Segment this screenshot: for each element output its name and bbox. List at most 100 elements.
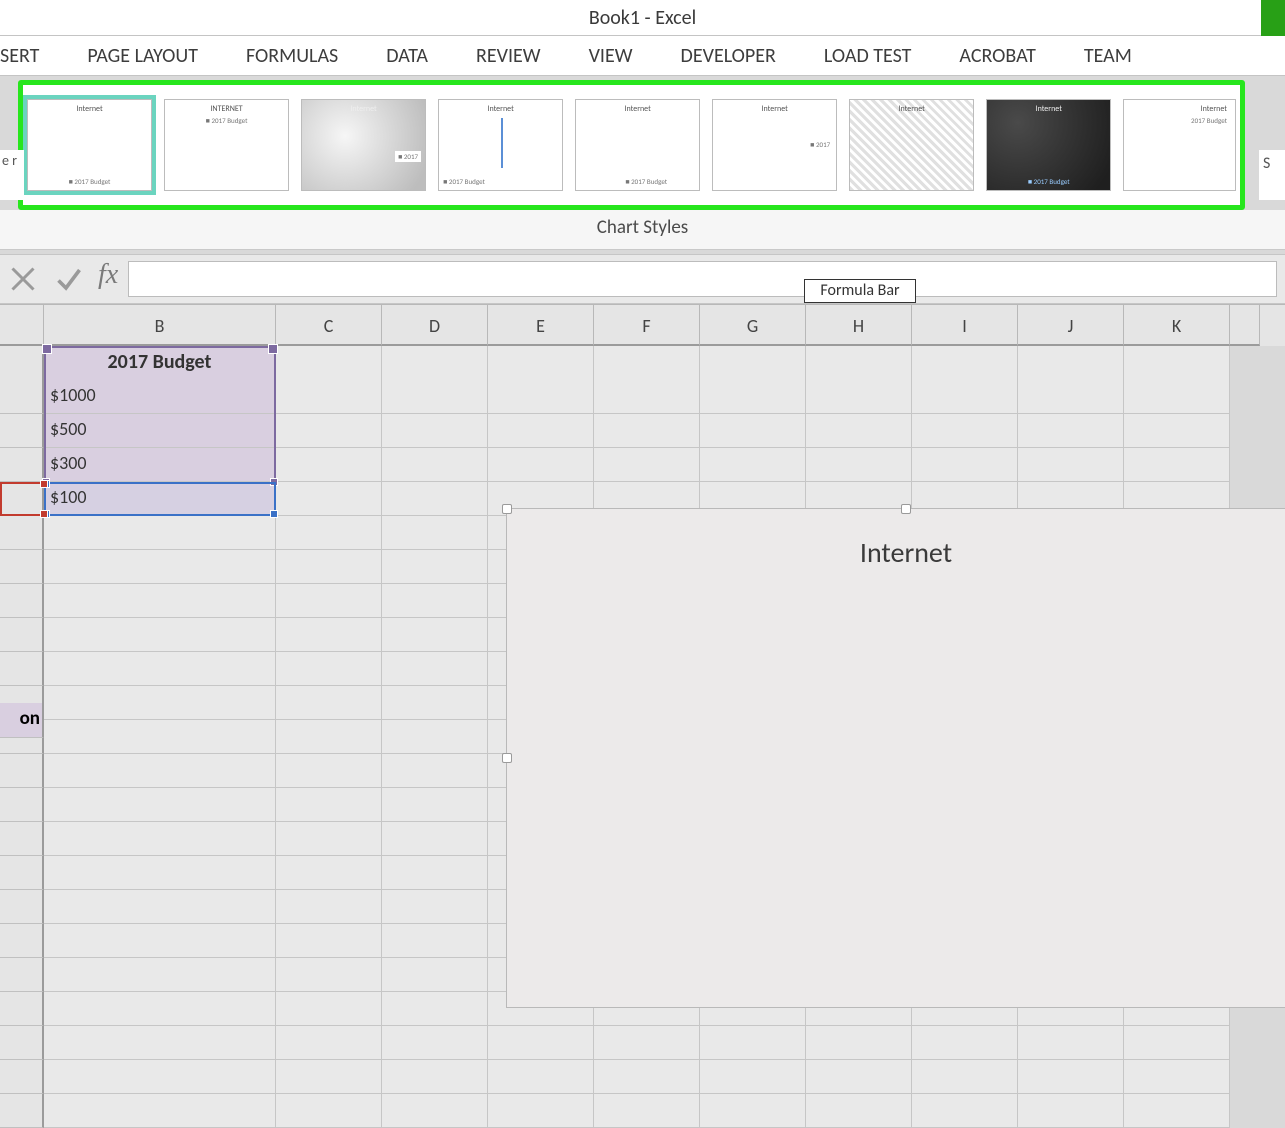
col-header-g[interactable]: G [700, 305, 806, 346]
cell-k3[interactable] [1124, 414, 1230, 448]
cell-b22[interactable] [44, 1060, 276, 1094]
cell-h4[interactable] [806, 448, 912, 482]
col-header-c[interactable]: C [276, 305, 382, 346]
cell-c18[interactable] [276, 924, 382, 958]
col-header-l-partial[interactable] [1230, 305, 1260, 346]
cell-c11[interactable] [276, 686, 382, 720]
cell-e23[interactable] [488, 1094, 594, 1128]
resize-handle[interactable] [901, 504, 911, 514]
tab-developer[interactable]: DEVELOPER [681, 44, 776, 68]
cell-d14[interactable] [382, 788, 488, 822]
row-header-5[interactable] [0, 482, 44, 516]
select-all-corner[interactable] [0, 305, 44, 346]
cell-d4[interactable] [382, 448, 488, 482]
row-header-15[interactable] [0, 822, 44, 856]
chart-style-8[interactable]: Internet ■ 2017 Budget [986, 99, 1111, 191]
cell-c8[interactable] [276, 584, 382, 618]
cell-d17[interactable] [382, 890, 488, 924]
cell-b17[interactable] [44, 890, 276, 924]
cell-b13[interactable] [44, 754, 276, 788]
cell-j3[interactable] [1018, 414, 1124, 448]
tab-insert[interactable]: SERT [0, 44, 39, 68]
chart-style-9[interactable]: Internet 2017 Budget [1123, 99, 1236, 191]
cell-e21[interactable] [488, 1026, 594, 1060]
cell-e4[interactable] [488, 448, 594, 482]
cell-e1[interactable] [488, 346, 594, 382]
chart-style-2[interactable]: INTERNET ■ 2017 Budget [164, 99, 289, 191]
cell-d19[interactable] [382, 958, 488, 992]
row-header-2[interactable] [0, 380, 44, 414]
cell-e3[interactable] [488, 414, 594, 448]
cell-b21[interactable] [44, 1026, 276, 1060]
row-header-23[interactable] [0, 1094, 44, 1128]
cell-g21[interactable] [700, 1026, 806, 1060]
chart-style-1[interactable]: Internet ■ 2017 Budget [27, 99, 152, 191]
cell-d1[interactable] [382, 346, 488, 382]
cell-c2[interactable] [276, 380, 382, 414]
cell-b8[interactable] [44, 584, 276, 618]
cell-g4[interactable] [700, 448, 806, 482]
row-header-6[interactable] [0, 516, 44, 550]
row-header-13[interactable] [0, 754, 44, 788]
cell-g1[interactable] [700, 346, 806, 382]
chart-title[interactable]: Internet [507, 509, 1285, 570]
cell-c20[interactable] [276, 992, 382, 1026]
cell-j23[interactable] [1018, 1094, 1124, 1128]
cell-i23[interactable] [912, 1094, 1018, 1128]
cell-g2[interactable] [700, 380, 806, 414]
tab-team[interactable]: TEAM [1084, 44, 1132, 68]
cell-i2[interactable] [912, 380, 1018, 414]
cell-h3[interactable] [806, 414, 912, 448]
cell-d23[interactable] [382, 1094, 488, 1128]
cell-c21[interactable] [276, 1026, 382, 1060]
cell-d8[interactable] [382, 584, 488, 618]
cell-c13[interactable] [276, 754, 382, 788]
cell-d5[interactable] [382, 482, 488, 516]
formula-enter-button[interactable] [46, 259, 92, 299]
cell-k1[interactable] [1124, 346, 1230, 382]
cell-c4[interactable] [276, 448, 382, 482]
cell-b5[interactable]: $100 [44, 482, 276, 516]
cell-k4[interactable] [1124, 448, 1230, 482]
cell-k22[interactable] [1124, 1060, 1230, 1094]
cell-c12[interactable] [276, 720, 382, 754]
cell-c5[interactable] [276, 482, 382, 516]
cell-d2[interactable] [382, 380, 488, 414]
cell-c23[interactable] [276, 1094, 382, 1128]
tab-acrobat[interactable]: ACROBAT [959, 44, 1035, 68]
fx-label[interactable]: fx [92, 259, 128, 299]
cell-c10[interactable] [276, 652, 382, 686]
cell-c6[interactable] [276, 516, 382, 550]
cell-f4[interactable] [594, 448, 700, 482]
cell-f3[interactable] [594, 414, 700, 448]
tab-view[interactable]: VIEW [589, 44, 633, 68]
cell-c19[interactable] [276, 958, 382, 992]
cell-k23[interactable] [1124, 1094, 1230, 1128]
right-ribbon-stub[interactable]: S [1259, 150, 1285, 200]
cell-d20[interactable] [382, 992, 488, 1026]
row-header-7[interactable] [0, 550, 44, 584]
cell-g22[interactable] [700, 1060, 806, 1094]
tab-review[interactable]: REVIEW [476, 44, 541, 68]
col-header-e[interactable]: E [488, 305, 594, 346]
cell-b14[interactable] [44, 788, 276, 822]
tab-data[interactable]: DATA [386, 44, 428, 68]
cell-j21[interactable] [1018, 1026, 1124, 1060]
tab-page-layout[interactable]: PAGE LAYOUT [87, 44, 198, 68]
cell-d10[interactable] [382, 652, 488, 686]
cell-d11[interactable] [382, 686, 488, 720]
cell-f21[interactable] [594, 1026, 700, 1060]
row-header-8[interactable] [0, 584, 44, 618]
row-header-1[interactable] [0, 346, 44, 382]
row-header-19[interactable] [0, 958, 44, 992]
cell-i3[interactable] [912, 414, 1018, 448]
cell-i4[interactable] [912, 448, 1018, 482]
chart-object[interactable]: Internet [506, 508, 1285, 1008]
row-header-20[interactable] [0, 992, 44, 1026]
cell-c9[interactable] [276, 618, 382, 652]
cell-f23[interactable] [594, 1094, 700, 1128]
cell-j2[interactable] [1018, 380, 1124, 414]
resize-handle[interactable] [502, 753, 512, 763]
row-header-18[interactable] [0, 924, 44, 958]
cell-b3[interactable]: $500 [44, 414, 276, 448]
